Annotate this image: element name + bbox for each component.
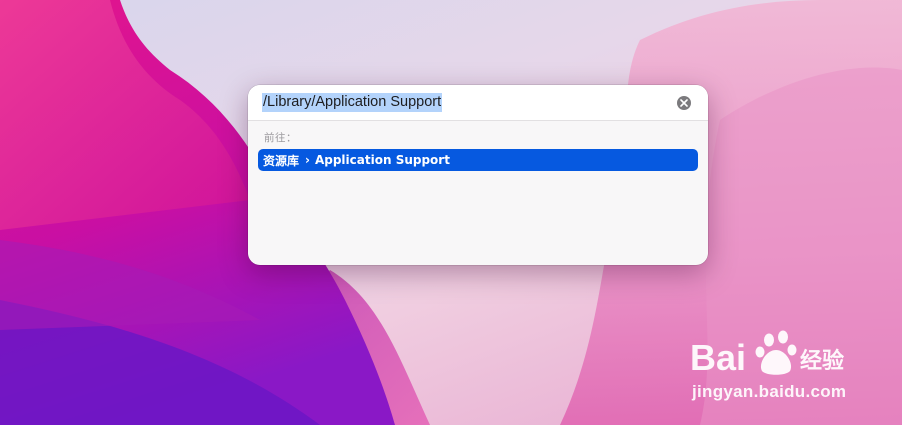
result-crumb-application-support: Application Support <box>314 153 450 167</box>
x-circle-fill-icon <box>680 99 688 107</box>
brand-text-bai: Bai <box>690 337 746 378</box>
path-input[interactable]: /Library/Application Support <box>262 93 443 112</box>
brand-text-jingyan: 经验 <box>800 348 844 374</box>
result-item-application-support[interactable]: 资源库 › Application Support <box>258 149 698 171</box>
baidu-logo: Bai 经验 <box>690 330 844 378</box>
baidu-paw-icon <box>755 330 797 375</box>
baidu-jingyan-watermark: Bai 经验 jingyan.baidu.com <box>690 326 860 408</box>
go-to-folder-dialog: /Library/Application Support 前往： 资源库 › A… <box>248 85 708 265</box>
result-crumb-library: 资源库 <box>263 153 300 168</box>
path-input-row: /Library/Application Support <box>248 85 708 121</box>
section-label-goto: 前往： <box>264 132 297 144</box>
clear-input-button[interactable] <box>677 96 691 110</box>
watermark-domain: jingyan.baidu.com <box>692 382 847 401</box>
crumb-separator: › <box>305 153 310 167</box>
desktop: /Library/Application Support 前往： 资源库 › A… <box>0 0 902 425</box>
